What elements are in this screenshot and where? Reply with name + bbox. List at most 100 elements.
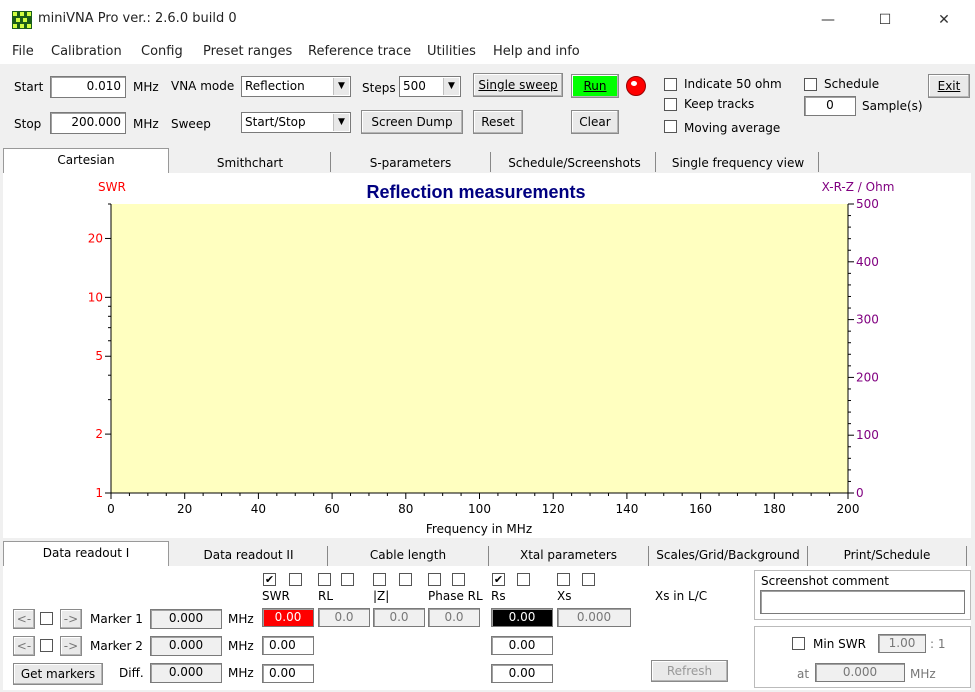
- tab-s-parameters[interactable]: S-parameters: [331, 156, 490, 170]
- marker2-rs: 0.00: [491, 636, 553, 655]
- rl-checkbox-2[interactable]: [341, 573, 354, 586]
- tab-single-frequency-view[interactable]: Single frequency view: [658, 156, 818, 170]
- menu-reference-trace[interactable]: Reference trace: [308, 44, 411, 59]
- x-tick-label: 40: [251, 502, 266, 516]
- minimize-button[interactable]: —: [805, 8, 851, 32]
- app-icon: [12, 11, 32, 29]
- get-markers-button[interactable]: Get markers: [13, 663, 103, 685]
- reset-button[interactable]: Reset: [473, 110, 523, 134]
- close-button[interactable]: ✕: [921, 8, 967, 32]
- chevron-down-icon: ▼: [333, 78, 349, 95]
- rl-checkbox-1[interactable]: [318, 573, 331, 586]
- y-right-tick-label: 200: [856, 370, 879, 384]
- phase-rl-checkbox-2[interactable]: [452, 573, 465, 586]
- sweep-label: Sweep: [171, 117, 211, 131]
- col-z-label: |Z|: [373, 589, 390, 603]
- tab-schedule-screenshots[interactable]: Schedule/Screenshots: [494, 156, 655, 170]
- xs-lc-label: Xs in L/C: [655, 589, 708, 603]
- refresh-button[interactable]: Refresh: [651, 660, 728, 682]
- moving-average-checkbox[interactable]: [664, 120, 677, 133]
- menu-utilities[interactable]: Utilities: [427, 44, 476, 59]
- schedule-checkbox[interactable]: [804, 78, 817, 91]
- chart-panel: Reflection measurements SWR X-R-Z / Ohm Fre…: [3, 173, 971, 538]
- menu-calibration[interactable]: Calibration: [51, 44, 122, 59]
- marker2-prev-button[interactable]: <-: [13, 636, 35, 656]
- stop-frequency-input[interactable]: 200.000: [50, 112, 126, 134]
- rs-checkbox-1[interactable]: ✔: [492, 573, 505, 586]
- marker1-checkbox[interactable]: [40, 612, 53, 625]
- menu-config[interactable]: Config: [141, 44, 183, 59]
- tab-print-schedule[interactable]: Print/Schedule: [808, 548, 966, 562]
- marker1-rl: 0.0: [318, 608, 370, 627]
- min-swr-checkbox[interactable]: [792, 637, 805, 650]
- phase-rl-checkbox-1[interactable]: [428, 573, 441, 586]
- vna-mode-label: VNA mode: [171, 79, 235, 93]
- steps-label: Steps: [362, 81, 396, 95]
- y-left-tick-label: 2: [95, 427, 103, 441]
- diff-rs: 0.00: [491, 664, 553, 683]
- y-right-tick-label: 400: [856, 255, 879, 269]
- min-swr-unit: MHz: [910, 667, 936, 681]
- moving-average-label: Moving average: [684, 121, 781, 135]
- single-sweep-button[interactable]: Single sweep: [473, 73, 563, 97]
- tab-scales-grid-background[interactable]: Scales/Grid/Background: [649, 548, 807, 562]
- tab-smithchart[interactable]: Smithchart: [170, 156, 330, 170]
- stop-unit: MHz: [133, 117, 159, 131]
- marker2-frequency: 0.000: [150, 636, 222, 656]
- marker1-next-button[interactable]: ->: [60, 609, 82, 629]
- steps-select[interactable]: 500 ▼: [399, 76, 461, 97]
- swr-checkbox-1[interactable]: ✔: [263, 573, 276, 586]
- vna-mode-select[interactable]: Reflection ▼: [241, 76, 351, 97]
- tab-cartesian[interactable]: Cartesian: [3, 153, 169, 167]
- chevron-down-icon: ▼: [333, 114, 349, 131]
- exit-button[interactable]: Exit: [928, 74, 970, 98]
- swr-checkbox-2[interactable]: [289, 573, 302, 586]
- marker1-swr: 0.00: [262, 608, 314, 627]
- menu-help[interactable]: Help and info: [493, 44, 580, 59]
- clear-button[interactable]: Clear: [571, 110, 619, 134]
- indicate-50-ohm-checkbox[interactable]: [664, 78, 677, 91]
- tab-cable-length[interactable]: Cable length: [328, 548, 488, 562]
- x-tick-label: 160: [689, 502, 712, 516]
- chart-title: Reflection measurements: [366, 182, 585, 202]
- run-button[interactable]: Run: [571, 74, 619, 98]
- tab-data-readout-2[interactable]: Data readout II: [170, 548, 327, 562]
- z-checkbox-1[interactable]: [373, 573, 386, 586]
- start-frequency-input[interactable]: 0.010: [50, 76, 126, 98]
- plot-area: [111, 204, 848, 493]
- y-right-tick-label: 100: [856, 428, 879, 442]
- marker2-checkbox[interactable]: [40, 639, 53, 652]
- x-tick-label: 140: [615, 502, 638, 516]
- rs-checkbox-2[interactable]: [517, 573, 530, 586]
- x-tick-label: 100: [468, 502, 491, 516]
- start-label: Start: [14, 80, 44, 94]
- marker1-rs: 0.00: [491, 608, 553, 627]
- x-axis-label: Frequency in MHz: [426, 522, 532, 536]
- vna-mode-value: Reflection: [245, 79, 305, 93]
- sweep-select[interactable]: Start/Stop ▼: [241, 112, 351, 133]
- maximize-button[interactable]: ☐: [862, 8, 908, 32]
- screenshot-comment-input[interactable]: [760, 590, 965, 614]
- col-xs-label: Xs: [557, 589, 572, 603]
- schedule-label: Schedule: [824, 77, 880, 91]
- keep-tracks-checkbox[interactable]: [664, 98, 677, 111]
- tab-xtal-parameters[interactable]: Xtal parameters: [489, 548, 648, 562]
- xs-checkbox-1[interactable]: [557, 573, 570, 586]
- reflection-chart[interactable]: Reflection measurements SWR X-R-Z / Ohm Fre…: [3, 173, 971, 538]
- marker2-next-button[interactable]: ->: [60, 636, 82, 656]
- y-left-tick-label: 10: [88, 290, 103, 304]
- menu-file[interactable]: File: [12, 44, 34, 59]
- x-tick-label: 0: [107, 502, 115, 516]
- diff-unit: MHz: [228, 666, 254, 680]
- start-unit: MHz: [133, 80, 159, 94]
- samples-input[interactable]: 0: [804, 96, 856, 116]
- marker2-label: Marker 2: [90, 639, 143, 653]
- z-checkbox-2[interactable]: [399, 573, 412, 586]
- y-right-tick-label: 0: [856, 486, 864, 500]
- menu-preset-ranges[interactable]: Preset ranges: [203, 44, 292, 59]
- xs-checkbox-2[interactable]: [582, 573, 595, 586]
- marker1-prev-button[interactable]: <-: [13, 609, 35, 629]
- tab-data-readout-1[interactable]: Data readout I: [3, 546, 169, 560]
- indicate-50-ohm-label: Indicate 50 ohm: [684, 77, 782, 91]
- screen-dump-button[interactable]: Screen Dump: [361, 110, 463, 134]
